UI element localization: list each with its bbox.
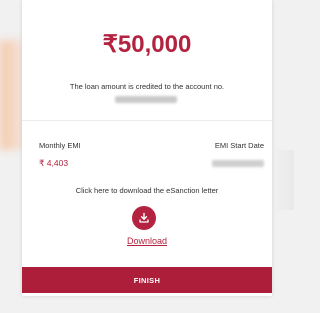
finish-button[interactable]: FINISH bbox=[22, 267, 272, 293]
download-arrow-icon bbox=[139, 212, 149, 223]
divider bbox=[22, 120, 272, 121]
download-prompt: Click here to download the eSanction let… bbox=[75, 186, 219, 195]
monthly-emi-value: ₹ 4,403 bbox=[39, 158, 69, 168]
background-right-edge bbox=[272, 150, 294, 210]
credited-message: The loan amount is credited to the accou… bbox=[69, 82, 225, 91]
download-link[interactable]: Download bbox=[22, 236, 272, 246]
emi-start-date-label: EMI Start Date bbox=[214, 141, 264, 150]
monthly-emi-label: Monthly EMI bbox=[39, 141, 81, 150]
masked-emi-start-date bbox=[212, 160, 264, 167]
download-icon[interactable] bbox=[132, 206, 156, 230]
loan-confirmation-card: ₹50,000 The loan amount is credited to t… bbox=[22, 0, 272, 296]
loan-amount: ₹50,000 bbox=[102, 31, 192, 58]
masked-account-number bbox=[115, 96, 177, 103]
